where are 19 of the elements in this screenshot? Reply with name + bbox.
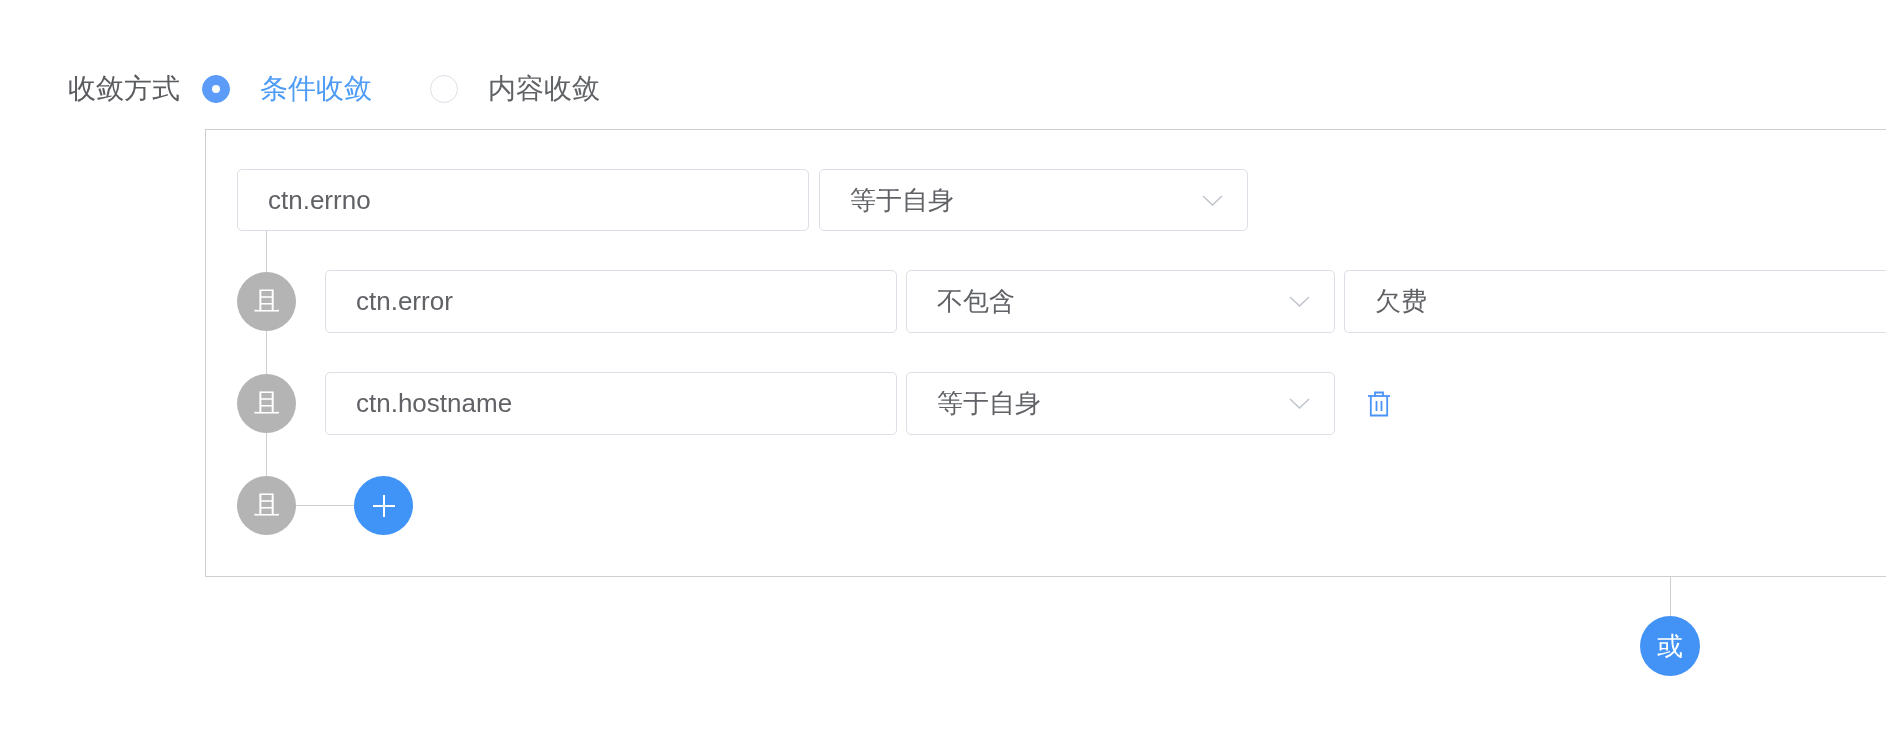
select-dropdown[interactable]: 等于自身 — [819, 169, 1248, 231]
trash-icon[interactable] — [1367, 390, 1391, 417]
input-field[interactable]: ctn.errno — [237, 169, 809, 231]
logic-node: 或 — [1640, 616, 1700, 676]
select-dropdown[interactable]: 等于自身 — [906, 372, 1335, 435]
caret-icon — [1289, 296, 1310, 307]
caret-icon — [1202, 194, 1223, 206]
caret-icon — [1289, 398, 1310, 409]
select-dropdown[interactable]: 不包含 — [906, 270, 1335, 333]
plus-icon — [371, 493, 396, 518]
input-field[interactable]: 欠费 — [1344, 270, 1886, 333]
field-label: 收敛方式 — [68, 72, 180, 106]
logic-node: 且 — [237, 476, 296, 535]
input-field[interactable]: ctn.error — [325, 270, 897, 333]
logic-node: 且 — [237, 272, 296, 331]
logic-node: 且 — [237, 374, 296, 433]
connector-line — [296, 505, 354, 506]
radio-option[interactable]: 内容收敛 — [430, 70, 600, 108]
input-field[interactable]: ctn.hostname — [325, 372, 897, 435]
